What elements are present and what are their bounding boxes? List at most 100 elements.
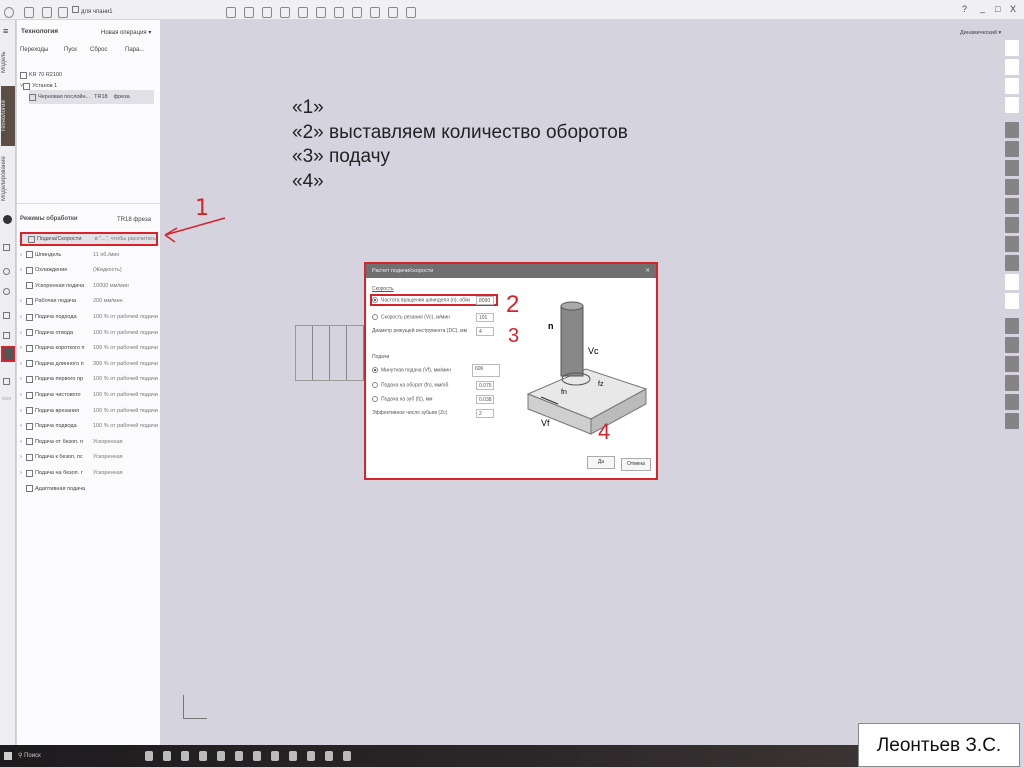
diameter-input[interactable]: 4 <box>476 327 494 336</box>
mode-row[interactable]: › Подача к безоп. пс Ускоренная <box>20 450 158 464</box>
tool-icon[interactable] <box>316 7 326 19</box>
radio-feed-rate[interactable]: Минутная подача (Vf), мм/мин <box>372 367 451 373</box>
feed-per-tooth-input[interactable]: 0.038 <box>476 395 494 404</box>
toolbar-icon[interactable] <box>1005 356 1019 372</box>
maximize-button[interactable]: □ <box>995 4 1000 14</box>
toolbar-icon[interactable] <box>1005 274 1019 290</box>
toolbar-icon[interactable] <box>1005 217 1019 233</box>
radio-spindle-speed[interactable]: Частота вращения шпинделя (n), об/м <box>372 297 470 303</box>
feed-per-rev-input[interactable]: 0.075 <box>476 381 494 390</box>
shape-icon[interactable] <box>1005 78 1019 94</box>
app-icon[interactable] <box>289 751 297 761</box>
toolbar-icon[interactable] <box>1005 375 1019 391</box>
tool-icon[interactable] <box>370 7 380 19</box>
toolbar-icon[interactable] <box>1005 198 1019 214</box>
cancel-button[interactable]: Отмена <box>621 458 651 471</box>
app-icon[interactable] <box>217 751 225 761</box>
mode-row[interactable]: Подача/Скорости в "...", чтобы рассчитать <box>20 232 158 246</box>
tool-icon[interactable] <box>226 7 236 19</box>
more-icon[interactable]: ○○○ <box>2 396 11 402</box>
mode-row[interactable]: › Подача от безоп. п Ускоренная <box>20 435 158 449</box>
radio-cutting-speed[interactable]: Скорость резания (Vc), м/мин <box>372 314 450 320</box>
transitions-button[interactable]: Переходы <box>20 47 48 53</box>
app-icon[interactable] <box>145 751 153 761</box>
toolbar-icon[interactable] <box>1005 179 1019 195</box>
mode-row[interactable]: › Подача короткого п 100 % от рабочей пода… <box>20 341 158 355</box>
mode-row[interactable]: Ускоренная подача 10000 мм/мин <box>20 279 158 293</box>
close-button[interactable]: X <box>1010 4 1016 14</box>
tool-icon[interactable] <box>352 7 362 19</box>
tool-icon[interactable] <box>262 7 272 19</box>
app-icon[interactable] <box>199 751 207 761</box>
start-icon[interactable] <box>4 752 12 760</box>
tree-item-operation[interactable]: Черновая послойн... TR18 фреза <box>29 90 154 104</box>
mode-row[interactable]: › Подача подхода 100 % от рабочей подачи <box>20 310 158 324</box>
mode-row[interactable]: Адаптивная подача <box>20 482 158 496</box>
feed-rate-input[interactable]: 606 <box>472 364 500 377</box>
app-icon[interactable] <box>253 751 261 761</box>
cutting-speed-input[interactable]: 101 <box>476 313 494 322</box>
tool-icon[interactable] <box>334 7 344 19</box>
help-button[interactable]: ? <box>962 4 967 14</box>
minimize-button[interactable]: _ <box>980 3 985 13</box>
tab-model[interactable]: Модель <box>1 42 15 82</box>
mode-row[interactable]: › Подача длинного п 300 % от рабочей подач… <box>20 357 158 371</box>
mode-row[interactable]: › Шпиндель 11 об./мин <box>20 248 158 262</box>
toolbar-icon[interactable] <box>1005 318 1019 334</box>
app-icon[interactable] <box>181 751 189 761</box>
mode-row[interactable]: › Рабочая подача 200 мм/мин <box>20 294 158 308</box>
cube-icon[interactable] <box>1005 97 1019 113</box>
toolbar-icon[interactable] <box>1005 236 1019 252</box>
mode-row[interactable]: › Охлаждение (Жидкость) <box>20 263 158 277</box>
app-icon[interactable] <box>325 751 333 761</box>
mode-row[interactable]: › Подача отвода 100 % от рабочей подачи <box>20 326 158 340</box>
tool-icon[interactable] <box>3 238 12 256</box>
app-icon[interactable] <box>307 751 315 761</box>
start-button[interactable]: Пуск <box>64 47 77 53</box>
mode-row[interactable]: › Подача подвода 100 % от рабочей подачи <box>20 419 158 433</box>
ok-button[interactable]: Да <box>587 456 615 469</box>
document-tab[interactable]: для чпани1 <box>72 6 113 15</box>
tab-simulation[interactable]: Моделирование <box>1 148 15 210</box>
app-icon[interactable] <box>163 751 171 761</box>
toolbar-icon[interactable] <box>1005 255 1019 271</box>
view-icon[interactable] <box>1005 40 1019 56</box>
toolbar-icon[interactable] <box>1005 160 1019 176</box>
radio-feed-per-tooth[interactable]: Подача на зуб (fz), мм <box>372 396 432 402</box>
feeds-speeds-icon[interactable] <box>1 346 15 362</box>
tool-icon[interactable] <box>406 7 416 19</box>
taskbar-search[interactable]: ⚲ Поиск <box>18 749 128 763</box>
fixture-icon[interactable] <box>3 306 12 324</box>
mode-row[interactable]: › Подача на безоп. г Ускоренная <box>20 466 158 480</box>
tool-icon[interactable] <box>280 7 290 19</box>
toolbar-icon[interactable] <box>1005 337 1019 353</box>
compass-icon[interactable] <box>3 262 12 280</box>
tab-technology[interactable]: Технология <box>1 86 15 146</box>
params-button[interactable]: Пара... <box>125 47 144 53</box>
stock-icon[interactable] <box>3 372 12 390</box>
app-icon[interactable] <box>235 751 243 761</box>
sphere-icon[interactable] <box>1005 59 1019 75</box>
spindle-speed-input[interactable]: 8090 <box>476 296 494 305</box>
toolbar-icon[interactable] <box>1005 122 1019 138</box>
tool-icon[interactable] <box>388 7 398 19</box>
mode-row[interactable]: › Подача первого пр 100 % от рабочей подач… <box>20 372 158 386</box>
new-operation-dropdown[interactable]: Новая операция ▾ <box>101 29 151 36</box>
tool-icon[interactable] <box>244 7 254 19</box>
app-icon[interactable] <box>271 751 279 761</box>
toolbar-icon[interactable] <box>1005 413 1019 429</box>
app-icon[interactable] <box>343 751 351 761</box>
view-mode-dropdown[interactable]: Динамический ▾ <box>960 30 1001 36</box>
radio-feed-per-rev[interactable]: Подача на оборот (fn), мм/об <box>372 382 448 388</box>
dialog-close-icon[interactable]: ✕ <box>645 268 650 274</box>
mode-row[interactable]: › Подача врезания 100 % от рабочей подачи <box>20 404 158 418</box>
reset-button[interactable]: Сброс <box>90 47 107 53</box>
holder-icon[interactable] <box>3 326 12 344</box>
toolbar-icon[interactable] <box>1005 141 1019 157</box>
toolbar-icon[interactable] <box>1005 293 1019 309</box>
tool-icon[interactable] <box>298 7 308 19</box>
gear-icon[interactable] <box>3 282 12 300</box>
teeth-input[interactable]: 2 <box>476 409 494 418</box>
toolbar-icon[interactable] <box>1005 394 1019 410</box>
mode-row[interactable]: › Подача чистового 100 % от рабочей подачи <box>20 388 158 402</box>
